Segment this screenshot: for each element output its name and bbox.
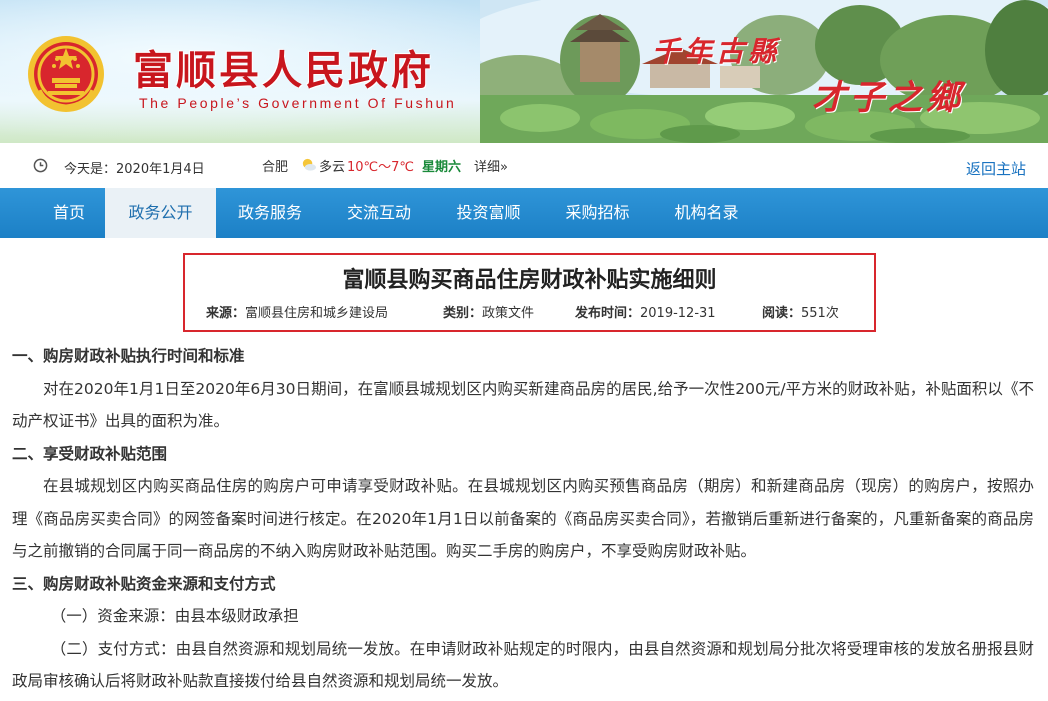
article-source: 来源：富顺县住房和城乡建设局	[206, 302, 388, 321]
return-main-site-link[interactable]: 返回主站	[966, 158, 1026, 179]
source-label: 来源：	[206, 306, 246, 321]
clock-icon	[33, 158, 48, 173]
section-item: （二）支付方式：由县自然资源和规划局统一发放。在申请财政补贴规定的时限内，由县自…	[12, 639, 1034, 691]
nav-item-directory[interactable]: 机构名录	[652, 188, 761, 238]
banner-slogan-1: 千年古縣	[652, 35, 781, 68]
main-nav: 首页 政务公开 政务服务 交流互动 投资富顺 采购招标 机构名录	[0, 188, 1048, 238]
nav-item-home[interactable]: 首页	[33, 188, 105, 238]
nav-item-government-affairs[interactable]: 政务公开	[105, 188, 216, 238]
section-paragraph: 对在2020年1月1日至2020年6月30日期间，在富顺县城规划区内购买新建商品…	[12, 379, 1034, 431]
article-published: 发布时间：2019-12-31	[575, 302, 716, 321]
weekday: 星期六	[422, 160, 462, 175]
nav-item-procurement[interactable]: 采购招标	[543, 188, 652, 238]
weather-detail-link[interactable]: 详细»	[474, 156, 508, 175]
article-body: 一、购房财政补贴执行时间和标准 对在2020年1月1日至2020年6月30日期间…	[12, 340, 1034, 698]
reads-label: 阅读：	[762, 306, 802, 321]
weather-city: 合肥	[262, 160, 289, 175]
section-heading: 一、购房财政补贴执行时间和标准	[12, 347, 245, 365]
header-banner: 富顺县人民政府 The People’s Government Of Fushu…	[0, 0, 1048, 143]
article-header: 富顺县购买商品住房财政补贴实施细则 来源：富顺县住房和城乡建设局 类别：政策文件…	[183, 253, 876, 332]
weather-temperature: 10℃～7℃	[347, 160, 415, 175]
info-bar: 今天是：2020年1月4日 合肥 多云 10℃～7℃ 星期六 详细» 返回主站	[0, 143, 1048, 188]
sun-cloud-icon	[302, 158, 317, 171]
section-heading: 三、购房财政补贴资金来源和支付方式	[12, 574, 276, 593]
weather-condition: 多云	[319, 160, 346, 175]
national-emblem-icon	[28, 36, 104, 112]
category-label: 类别：	[443, 306, 483, 321]
published-label: 发布时间：	[575, 306, 641, 321]
reads-value: 551次	[801, 306, 839, 321]
article-category: 类别：政策文件	[443, 302, 534, 321]
section-item: （一）资金来源：由县本级财政承担	[50, 607, 299, 625]
article-title: 富顺县购买商品住房财政补贴实施细则	[342, 268, 717, 293]
article-reads: 阅读：551次	[762, 302, 839, 321]
category-value: 政策文件	[482, 306, 535, 321]
site-subtitle: The People’s Government Of Fushun	[139, 95, 457, 111]
nav-item-government-services[interactable]: 政务服务	[216, 188, 324, 238]
site-title: 富顺县人民政府	[133, 48, 434, 94]
today-date: 今天是：2020年1月4日	[64, 162, 205, 177]
nav-item-investment[interactable]: 投资富顺	[434, 188, 543, 238]
source-value: 富顺县住房和城乡建设局	[245, 306, 389, 321]
nav-item-interaction[interactable]: 交流互动	[324, 188, 434, 238]
published-value: 2019-12-31	[640, 306, 716, 321]
section-heading: 二、享受财政补贴范围	[12, 444, 168, 463]
section-paragraph: 在县城规划区内购买商品住房的购房户可申请享受财政补贴。在县城规划区内购买预售商品…	[12, 477, 1034, 560]
banner-slogan-2: 才子之鄉	[812, 78, 964, 118]
